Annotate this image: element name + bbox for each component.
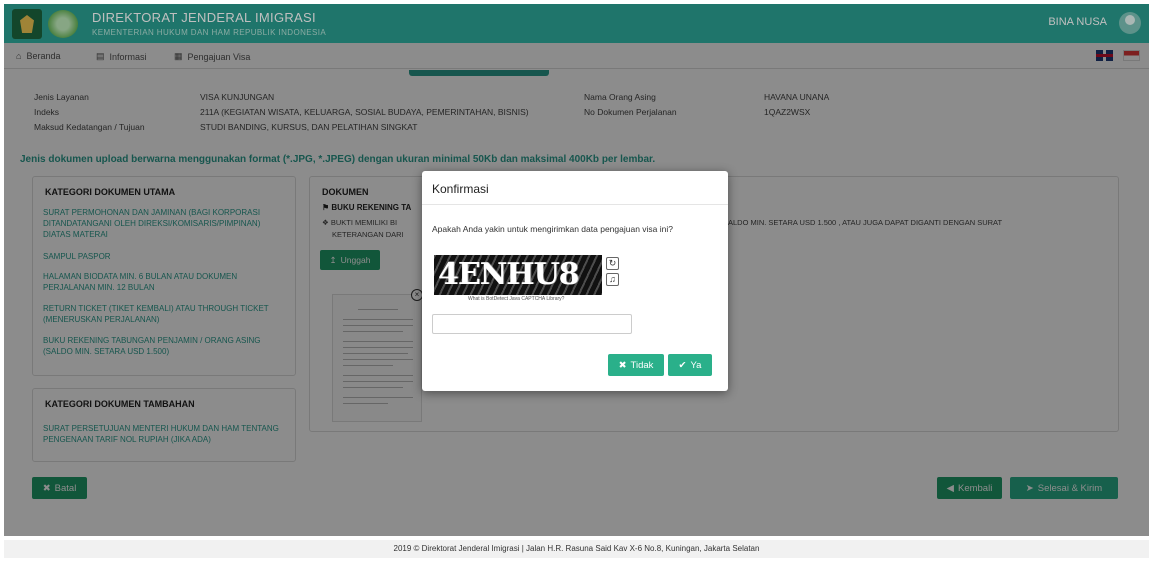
- modal-title: Konfirmasi: [432, 182, 489, 196]
- footer: 2019 © Direktorat Jenderal Imigrasi | Ja…: [4, 540, 1149, 558]
- check-icon: ✔: [678, 359, 687, 371]
- modal-message: Apakah Anda yakin untuk mengirimkan data…: [432, 224, 673, 234]
- modal-divider: [422, 204, 728, 205]
- captcha-input[interactable]: [432, 314, 632, 334]
- refresh-icon[interactable]: ↻: [606, 257, 619, 270]
- captcha-image: 4ENHU8 What is BotDetect Java CAPTCHA Li…: [432, 255, 604, 302]
- modal-backdrop-header: [4, 4, 1149, 43]
- ya-button[interactable]: ✔ Ya: [668, 354, 712, 376]
- konfirmasi-modal: Konfirmasi Apakah Anda yakin untuk mengi…: [422, 171, 728, 391]
- captcha-text: 4ENHU8: [434, 255, 602, 295]
- audio-icon[interactable]: ♫: [606, 273, 619, 286]
- close-icon: ✖: [618, 359, 627, 371]
- tidak-button[interactable]: ✖ Tidak: [608, 354, 664, 376]
- captcha-credit-link[interactable]: What is BotDetect Java CAPTCHA Library?: [468, 296, 564, 302]
